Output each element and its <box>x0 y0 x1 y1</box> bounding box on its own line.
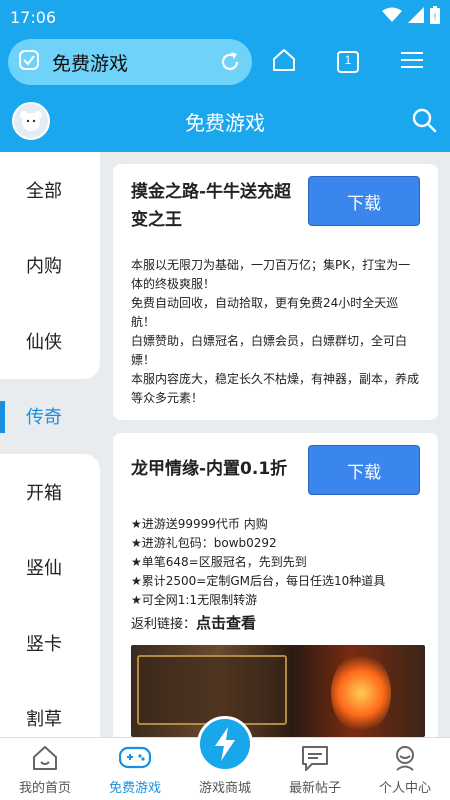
sidebar-item-label: 内购 <box>26 256 62 278</box>
game-description: 本服以无限刀为基础，一刀百万亿；集PK，打宝为一体的终极爽服！ 免费自动回收，自… <box>131 256 420 408</box>
sidebar-item-vertical-xian[interactable]: 竖仙 <box>0 529 100 605</box>
category-sidebar: 全部 内购 仙侠 传奇 开箱 竖仙 竖卡 割草 <box>0 152 100 737</box>
tabs-icon: 1 <box>336 50 360 74</box>
game-description: ★进游送99999代币 内购 ★进游礼包码：bowb0292 ★单笔648=区服… <box>131 515 420 610</box>
game-title: 龙甲情缘-内置0.1折 <box>131 459 288 479</box>
sidebar-item-vertical-card[interactable]: 竖卡 <box>0 605 100 681</box>
home-button[interactable] <box>252 34 316 90</box>
description-line: 本服内容庞大，稳定长久不枯燥，有神器，副本，养成等众多元素！ <box>131 372 420 405</box>
battery-icon: ! <box>430 6 440 28</box>
description-line: ★单笔648=区服冠名，先到先到 <box>131 555 307 569</box>
bear-avatar-icon <box>20 111 42 131</box>
wifi-icon <box>382 7 402 27</box>
description-line: ★进游礼包码：bowb0292 <box>131 536 277 550</box>
nav-label: 免费游戏 <box>108 781 161 796</box>
download-button[interactable]: 下载 <box>308 176 420 226</box>
screenshot-panel <box>137 655 287 725</box>
nav-label: 个人中心 <box>378 781 431 796</box>
screenshot-fire-effect <box>331 653 391 733</box>
sidebar-item-label: 开箱 <box>26 482 62 504</box>
sidebar-item-legend[interactable]: 传奇 <box>0 378 100 454</box>
home-icon <box>31 744 59 776</box>
game-list: 摸金之路-牛牛送充超变之王 下载 本服以无限刀为基础，一刀百万亿；集PK，打宝为… <box>100 152 450 737</box>
sidebar-item-label: 竖卡 <box>26 633 62 655</box>
game-card-header: 摸金之路-牛牛送充超变之王 下载 <box>131 176 420 234</box>
sidebar-item-unbox[interactable]: 开箱 <box>0 454 100 530</box>
sidebar-item-mowing[interactable]: 割草 <box>0 680 100 737</box>
game-screenshot[interactable] <box>131 645 425 737</box>
signal-icon <box>408 7 424 27</box>
nav-free-games[interactable]: 免费游戏 <box>90 738 180 800</box>
nav-game-store[interactable]: 游戏商城 <box>180 716 270 800</box>
gamepad-icon <box>118 744 152 774</box>
description-line: 本服以无限刀为基础，一刀百万亿；集PK，打宝为一体的终极爽服！ <box>131 258 411 291</box>
sidebar-item-all[interactable]: 全部 <box>0 152 100 228</box>
nav-label: 我的首页 <box>18 781 71 796</box>
svg-text:!: ! <box>434 12 437 22</box>
sidebar-item-label: 传奇 <box>26 407 62 429</box>
sidebar-item-xianxia[interactable]: 仙侠 <box>0 303 100 379</box>
address-text: 免费游戏 <box>52 52 129 75</box>
shield-check-icon <box>18 49 40 75</box>
nav-label: 最新帖子 <box>288 781 341 796</box>
page-header: 免费游戏 <box>0 90 450 152</box>
nav-profile[interactable]: 个人中心 <box>360 738 450 800</box>
description-line: ★可全网1:1无限制转游 <box>131 593 258 607</box>
tabs-button[interactable]: 1 <box>316 34 380 90</box>
sidebar-item-in-app-purchase[interactable]: 内购 <box>0 227 100 303</box>
description-line: ★进游送99999代币 内购 <box>131 517 268 531</box>
game-store-center-button[interactable] <box>197 716 253 772</box>
reload-icon[interactable] <box>218 50 242 74</box>
sidebar-item-label: 全部 <box>26 180 62 202</box>
bottom-navigation: 我的首页 免费游戏 游戏商城 最新帖子 个人中心 <box>0 716 450 800</box>
status-icons: ! <box>382 6 440 28</box>
chat-bubble-icon <box>300 744 330 776</box>
avatar[interactable] <box>12 102 50 140</box>
status-time: 17:06 <box>10 7 57 27</box>
lightning-icon <box>215 727 235 761</box>
sidebar-item-label: 割草 <box>26 709 62 731</box>
nav-latest-posts[interactable]: 最新帖子 <box>270 738 360 800</box>
home-icon <box>271 48 297 76</box>
menu-button[interactable] <box>380 34 444 90</box>
game-card[interactable]: 摸金之路-牛牛送充超变之王 下载 本服以无限刀为基础，一刀百万亿；集PK，打宝为… <box>113 164 438 420</box>
download-button[interactable]: 下载 <box>308 445 420 495</box>
game-card[interactable]: 龙甲情缘-内置0.1折 下载 ★进游送99999代币 内购 ★进游礼包码：bow… <box>113 433 438 737</box>
game-title: 摸金之路-牛牛送充超变之王 <box>131 182 292 230</box>
sidebar-item-label: 仙侠 <box>26 331 62 353</box>
rebate-link[interactable]: 点击查看 <box>196 614 256 632</box>
menu-icon <box>401 51 423 73</box>
nav-label: 游戏商城 <box>198 781 251 796</box>
user-icon <box>391 744 419 776</box>
nav-home[interactable]: 我的首页 <box>0 738 90 800</box>
address-bar[interactable]: 免费游戏 <box>8 39 252 85</box>
tab-count: 1 <box>344 53 352 67</box>
search-icon[interactable] <box>410 106 438 138</box>
page-title: 免费游戏 <box>185 110 265 135</box>
status-bar: 17:06 ! <box>0 0 450 34</box>
description-line: 白嫖赞助，白嫖冠名，白嫖会员，白嫖群切，全可白嫖！ <box>131 334 408 367</box>
rebate-label: 返利链接： <box>131 617 197 632</box>
description-line: ★累计2500=定制GM后台，每日任选10种道具 <box>131 574 386 588</box>
game-card-header: 龙甲情缘-内置0.1折 下载 <box>131 445 420 495</box>
browser-toolbar: 免费游戏 1 <box>0 34 450 90</box>
sidebar-item-label: 竖仙 <box>26 558 62 580</box>
description-line: 免费自动回收，自动拾取，更有免费24小时全天巡航！ <box>131 296 399 329</box>
rebate-row: 返利链接：点击查看 <box>131 612 420 633</box>
